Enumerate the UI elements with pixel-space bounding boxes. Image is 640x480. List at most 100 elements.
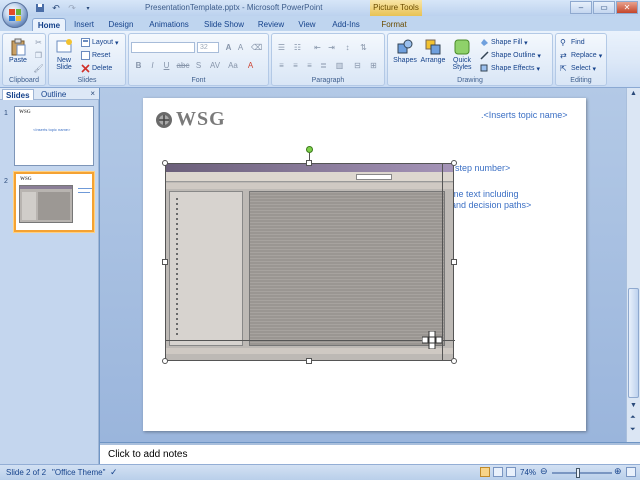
minimize-button[interactable]: – bbox=[570, 1, 592, 14]
zoom-out-icon[interactable]: ⊖ bbox=[540, 466, 548, 477]
resize-handle-top-left[interactable] bbox=[162, 160, 168, 166]
delete-button[interactable]: Delete bbox=[81, 64, 112, 73]
tab-home[interactable]: Home bbox=[32, 18, 66, 31]
underline-button[interactable]: U bbox=[161, 60, 172, 71]
slide-sorter-view-icon[interactable] bbox=[493, 467, 503, 477]
zoom-slider[interactable] bbox=[552, 468, 612, 478]
resize-handle-right[interactable] bbox=[451, 259, 457, 265]
topic-name-placeholder[interactable]: .<Inserts topic name> bbox=[481, 110, 568, 120]
shapes-button[interactable]: Shapes bbox=[392, 38, 418, 64]
close-pane-icon[interactable]: × bbox=[90, 89, 95, 98]
close-button[interactable]: ✕ bbox=[616, 1, 638, 14]
slide-canvas[interactable]: WSG .<Inserts topic name> s step number>… bbox=[143, 98, 586, 431]
next-slide-icon[interactable]: ⏷ bbox=[630, 426, 636, 434]
rotate-handle[interactable] bbox=[306, 146, 313, 153]
slide-thumbnail-2[interactable]: WSG bbox=[14, 172, 94, 232]
strikethrough-button[interactable]: abc bbox=[175, 60, 191, 71]
bold-button[interactable]: B bbox=[133, 60, 144, 71]
tab-review[interactable]: Review bbox=[256, 18, 286, 31]
tab-add-ins[interactable]: Add-Ins bbox=[329, 18, 363, 31]
paste-button[interactable]: Paste bbox=[5, 38, 31, 64]
reset-button[interactable]: Reset bbox=[81, 51, 110, 60]
shape-outline-button[interactable]: Shape Outline ▾ bbox=[480, 51, 541, 60]
editing-group: ⚲ Find ⇄ Replace ▾ ⇱ Select ▾ Editing bbox=[555, 33, 607, 86]
picture-header-strip bbox=[166, 183, 453, 189]
zoom-slider-thumb[interactable] bbox=[576, 468, 580, 478]
line-spacing-icon[interactable]: ↕ bbox=[342, 42, 353, 53]
font-name-combo[interactable] bbox=[131, 42, 195, 53]
cut-icon[interactable]: ✂ bbox=[33, 37, 44, 48]
find-button[interactable]: ⚲ Find bbox=[560, 38, 585, 47]
bullets-icon[interactable]: ☰ bbox=[276, 42, 287, 53]
resize-handle-top[interactable] bbox=[306, 160, 312, 166]
resize-handle-bottom[interactable] bbox=[306, 358, 312, 364]
spell-check-icon[interactable]: ✓ bbox=[110, 467, 118, 478]
change-case-button[interactable]: Aa bbox=[225, 60, 241, 71]
align-right-icon[interactable]: ≡ bbox=[304, 60, 315, 71]
quick-styles-button[interactable]: Quick Styles bbox=[448, 38, 476, 71]
align-text-icon[interactable]: ⊟ bbox=[352, 60, 363, 71]
new-slide-button[interactable]: New Slide bbox=[51, 38, 77, 71]
scroll-up-icon[interactable]: ▲ bbox=[630, 90, 637, 97]
align-left-icon[interactable]: ≡ bbox=[276, 60, 287, 71]
layout-button[interactable]: Layout ▾ bbox=[81, 38, 119, 47]
resize-handle-bottom-left[interactable] bbox=[162, 358, 168, 364]
maximize-button[interactable]: ▭ bbox=[593, 1, 615, 14]
customize-qat-icon[interactable]: ▾ bbox=[82, 2, 94, 14]
notes-pane[interactable]: Click to add notes bbox=[100, 443, 640, 464]
align-center-icon[interactable]: ≡ bbox=[290, 60, 301, 71]
copy-icon[interactable]: ❐ bbox=[33, 50, 44, 61]
grow-font-button[interactable]: A bbox=[223, 42, 234, 53]
selected-picture[interactable] bbox=[165, 163, 455, 361]
zoom-in-icon[interactable]: ⊕ bbox=[614, 466, 622, 477]
vertical-scrollbar[interactable]: ▲ ▼ ⏶ ⏷ bbox=[626, 88, 640, 442]
shape-fill-button[interactable]: Shape Fill ▾ bbox=[480, 38, 528, 47]
smartart-icon[interactable]: ⊞ bbox=[368, 60, 379, 71]
columns-icon[interactable]: ▥ bbox=[334, 60, 345, 71]
replace-button[interactable]: ⇄ Replace ▾ bbox=[560, 51, 602, 60]
increase-indent-icon[interactable]: ⇥ bbox=[326, 42, 337, 53]
redo-icon[interactable]: ↷ bbox=[66, 2, 78, 14]
normal-view-icon[interactable] bbox=[480, 467, 490, 477]
previous-slide-icon[interactable]: ⏶ bbox=[630, 414, 636, 422]
slide-thumbnail-1[interactable]: WSG <Inserts topic name> bbox=[14, 106, 94, 166]
tab-slide-show[interactable]: Slide Show bbox=[202, 18, 246, 31]
clear-formatting-icon[interactable]: ⌫ bbox=[251, 42, 262, 53]
tab-design[interactable]: Design bbox=[105, 18, 137, 31]
fit-slide-icon[interactable] bbox=[626, 467, 636, 477]
tab-format[interactable]: Format bbox=[378, 18, 410, 31]
arrange-button[interactable]: Arrange bbox=[420, 38, 446, 64]
decrease-indent-icon[interactable]: ⇤ bbox=[312, 42, 323, 53]
font-color-button[interactable]: A bbox=[245, 60, 256, 71]
resize-handle-top-right[interactable] bbox=[451, 160, 457, 166]
tab-outline[interactable]: Outline bbox=[38, 89, 69, 100]
body-text-line2[interactable]: and decision paths> bbox=[451, 200, 531, 210]
tab-animations[interactable]: Animations bbox=[147, 18, 191, 31]
tab-slides[interactable]: Slides bbox=[2, 89, 34, 100]
text-direction-icon[interactable]: ⇅ bbox=[358, 42, 369, 53]
select-button[interactable]: ⇱ Select ▾ bbox=[560, 64, 596, 73]
resize-handle-left[interactable] bbox=[162, 259, 168, 265]
shape-effects-button[interactable]: Shape Effects ▾ bbox=[480, 64, 540, 73]
format-painter-icon[interactable]: 🖌 bbox=[33, 63, 44, 74]
tab-view[interactable]: View bbox=[296, 18, 318, 31]
shadow-button[interactable]: S bbox=[193, 60, 204, 71]
justify-icon[interactable]: ≣ bbox=[318, 60, 329, 71]
body-text-line1[interactable]: me text including bbox=[451, 189, 519, 199]
resize-handle-bottom-right[interactable] bbox=[451, 358, 457, 364]
shrink-font-button[interactable]: A bbox=[235, 42, 246, 53]
save-icon[interactable] bbox=[34, 2, 46, 14]
character-spacing-button[interactable]: AV bbox=[207, 60, 223, 71]
font-size-combo[interactable]: 32 bbox=[197, 42, 219, 53]
scroll-down-icon[interactable]: ▼ bbox=[630, 402, 637, 409]
notes-placeholder[interactable]: Click to add notes bbox=[108, 449, 188, 460]
tab-insert[interactable]: Insert bbox=[70, 18, 98, 31]
office-button[interactable] bbox=[2, 2, 28, 28]
slide-show-view-icon[interactable] bbox=[506, 467, 516, 477]
zoom-level[interactable]: 74% bbox=[520, 468, 536, 477]
undo-icon[interactable]: ↶ bbox=[50, 2, 62, 14]
step-number-text[interactable]: s step number> bbox=[448, 163, 510, 173]
numbering-icon[interactable]: ☷ bbox=[292, 42, 303, 53]
scroll-thumb[interactable] bbox=[628, 288, 639, 398]
italic-button[interactable]: I bbox=[147, 60, 158, 71]
